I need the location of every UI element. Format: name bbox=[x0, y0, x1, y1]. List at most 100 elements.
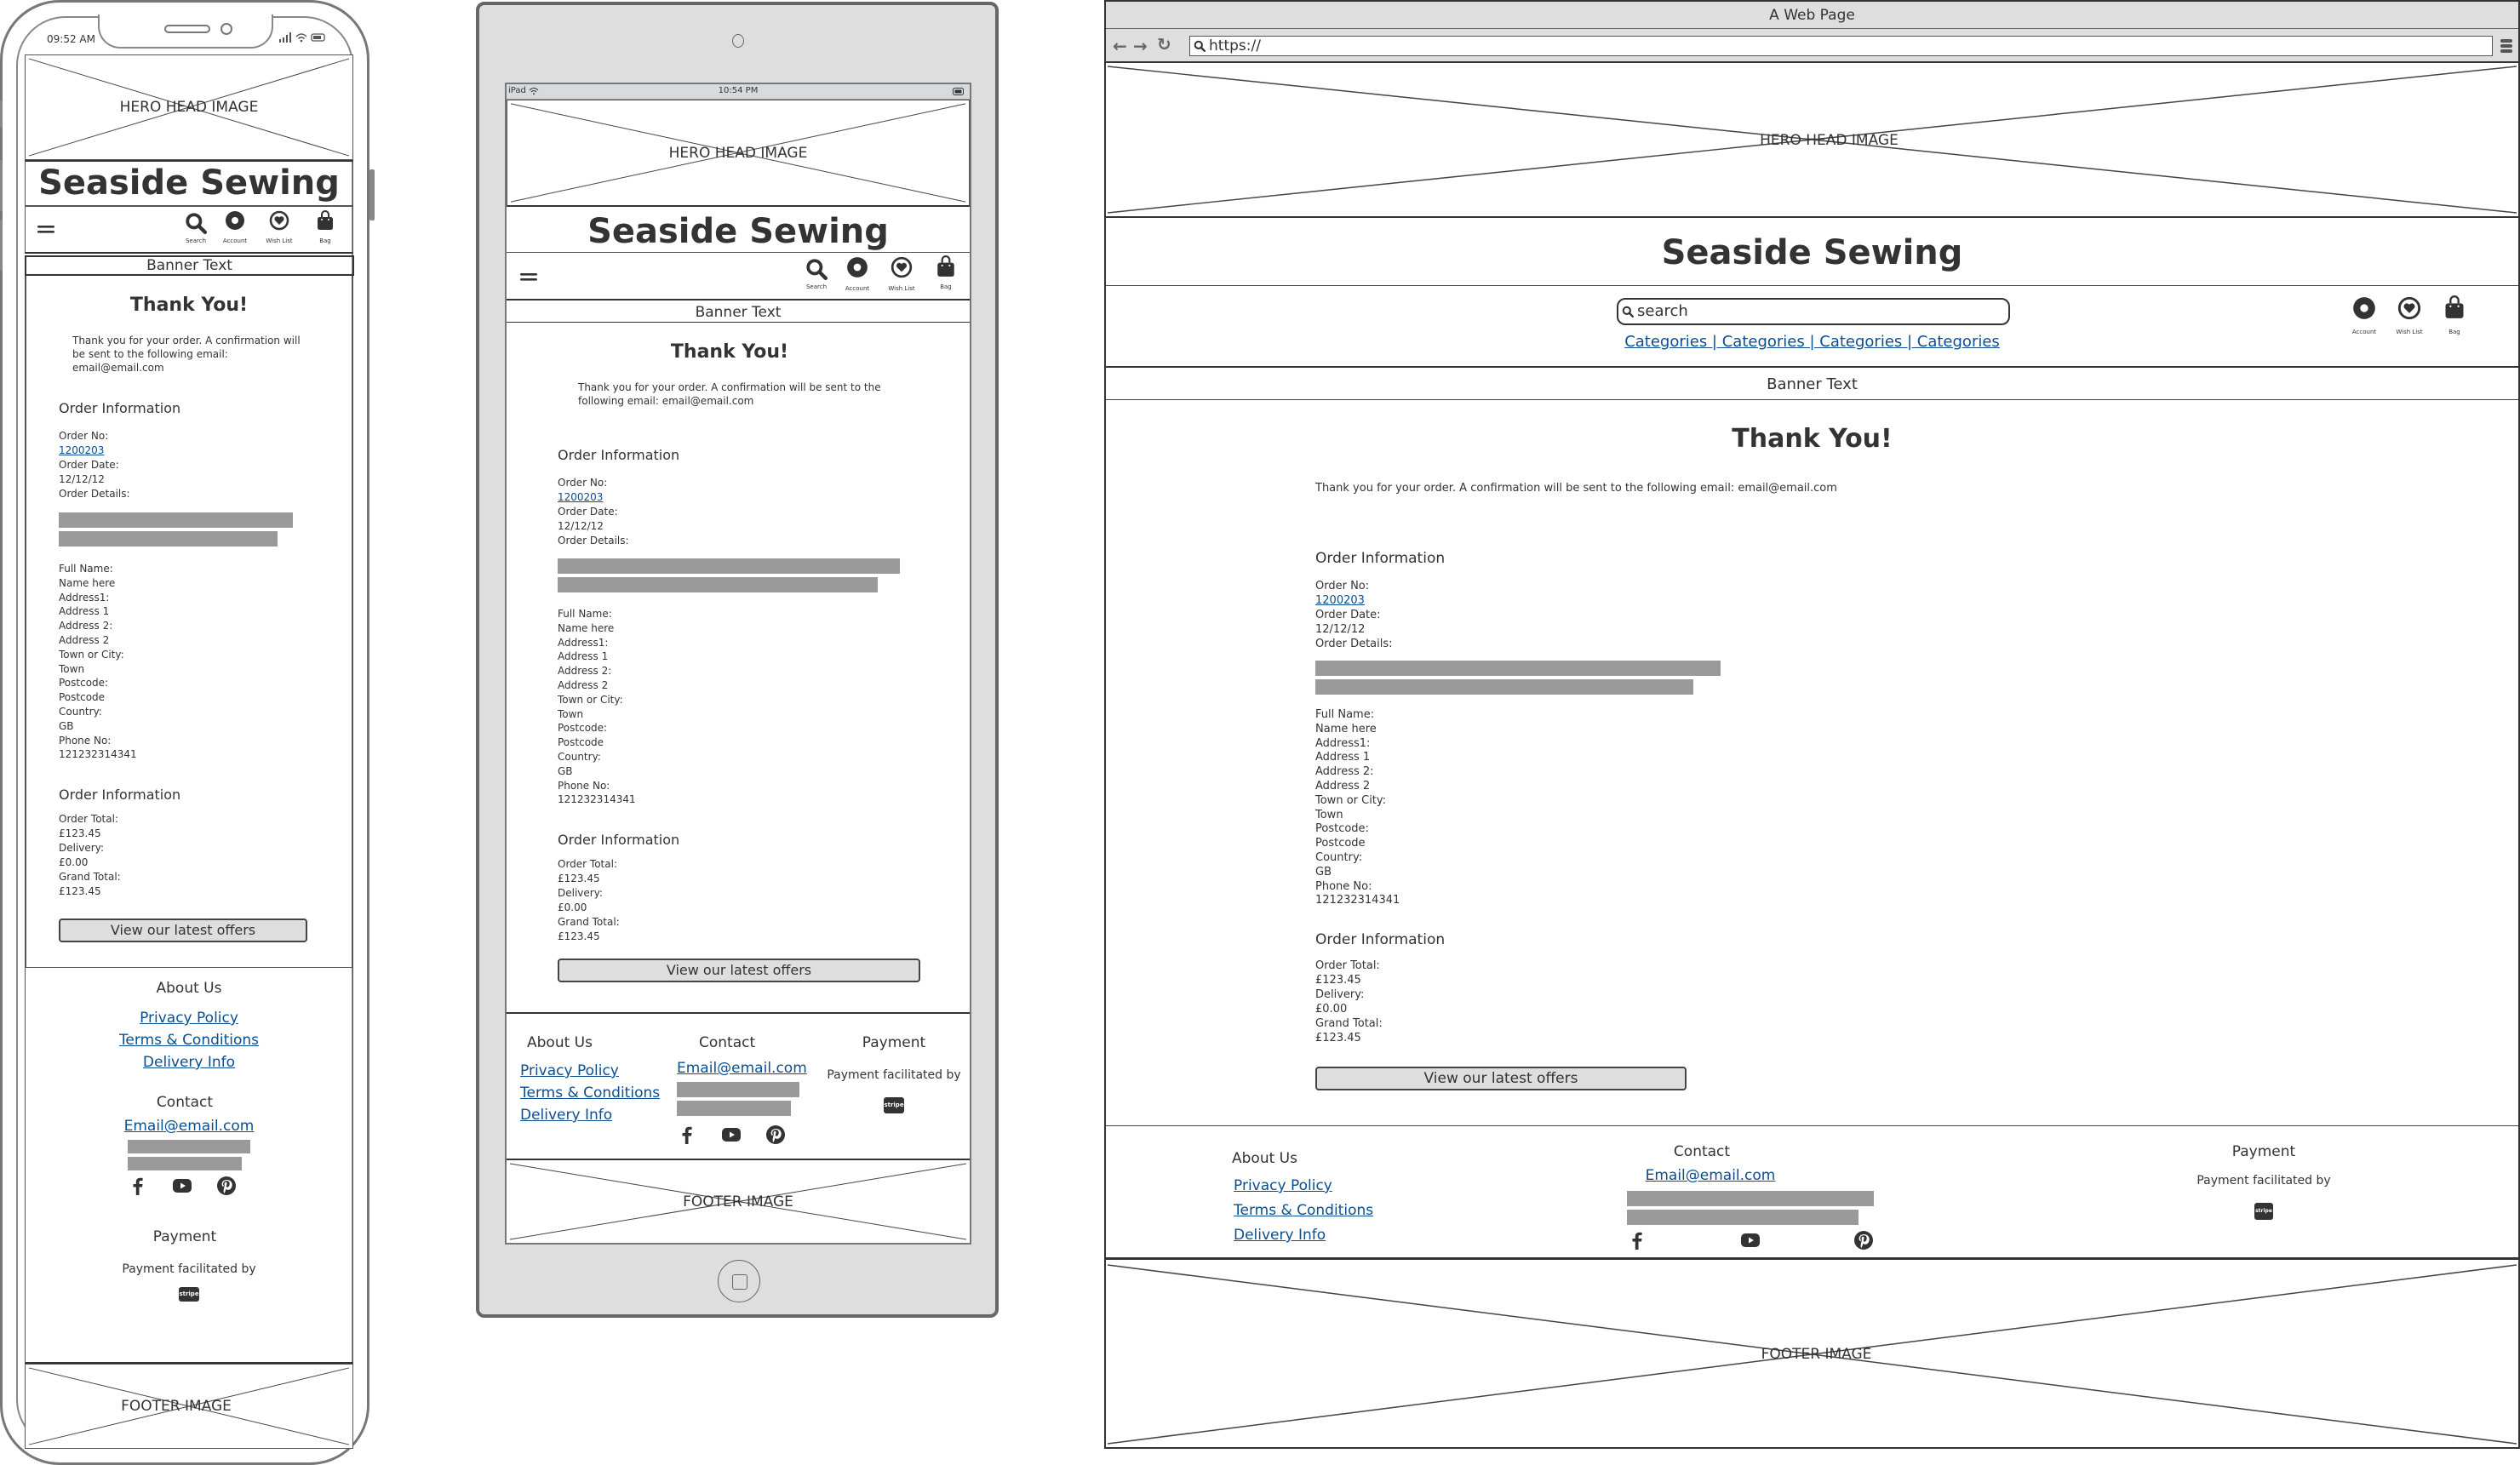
address-line: Name here bbox=[59, 576, 116, 589]
order-details-placeholder bbox=[558, 577, 878, 592]
stripe-logo: stripe bbox=[2254, 1203, 2273, 1220]
nav-bag[interactable]: Bag bbox=[2433, 295, 2476, 335]
brand-title[interactable]: Seaside Sewing bbox=[25, 160, 353, 206]
delivery-info-link[interactable]: Delivery Info bbox=[143, 1054, 235, 1071]
address-line: GB bbox=[558, 764, 573, 777]
stripe-logo: stripe bbox=[884, 1097, 904, 1113]
nav-search[interactable]: Search bbox=[799, 258, 833, 290]
nav-wishlist[interactable]: Wish List bbox=[262, 210, 296, 244]
address-line: Postcode bbox=[1315, 837, 1366, 850]
privacy-policy-link[interactable]: Privacy Policy bbox=[1234, 1177, 1332, 1194]
order-details-label: Order Details: bbox=[59, 488, 130, 500]
contact-email-link[interactable]: Email@email.com bbox=[677, 1060, 807, 1077]
tablet-home-button[interactable] bbox=[718, 1260, 760, 1302]
brand-title[interactable]: Seaside Sewing bbox=[507, 207, 970, 253]
footer-contact-title: Contact bbox=[699, 1034, 756, 1051]
hero-image-label: HERO HEAD IMAGE bbox=[1760, 132, 1899, 149]
payment-text: Payment facilitated by bbox=[122, 1262, 256, 1276]
order-details-placeholder bbox=[1315, 661, 1721, 676]
nav-search-label: Search bbox=[185, 237, 207, 244]
forward-arrow-icon[interactable]: → bbox=[1133, 36, 1148, 56]
categories-links[interactable]: Categories | Categories | Categories | C… bbox=[1624, 333, 2000, 351]
view-offers-button[interactable]: View our latest offers bbox=[558, 959, 920, 982]
order-details-placeholder bbox=[59, 531, 278, 547]
contact-email-link[interactable]: Email@email.com bbox=[1646, 1167, 1776, 1184]
hero-image-placeholder: HERO HEAD IMAGE bbox=[507, 100, 970, 207]
footer-image-label: FOOTER IMAGE bbox=[683, 1193, 793, 1210]
delivery-info-link[interactable]: Delivery Info bbox=[1234, 1227, 1326, 1244]
message-line: email@email.com bbox=[72, 362, 164, 374]
nav-account[interactable]: Account bbox=[218, 210, 252, 244]
hero-image-placeholder: HERO HEAD IMAGE bbox=[1106, 65, 2518, 218]
pinterest-icon[interactable] bbox=[1853, 1230, 1874, 1250]
nav-wishlist[interactable]: Wish List bbox=[2388, 296, 2431, 335]
hamburger-menu-icon[interactable] bbox=[518, 266, 539, 287]
back-arrow-icon[interactable]: ← bbox=[1113, 36, 1127, 56]
totals-line: Order Total: bbox=[558, 858, 617, 870]
tablet-status-bar: iPad 10:54 PM bbox=[507, 84, 970, 100]
phone-volume-down bbox=[0, 220, 3, 271]
address-line: Town or City: bbox=[59, 648, 124, 661]
pinterest-icon[interactable] bbox=[216, 1176, 237, 1196]
search-icon bbox=[1194, 40, 1206, 52]
order-no-link[interactable]: 1200203 bbox=[558, 490, 629, 505]
privacy-policy-link[interactable]: Privacy Policy bbox=[140, 1010, 238, 1027]
contact-address-placeholder bbox=[1627, 1210, 1858, 1225]
pinterest-icon[interactable] bbox=[765, 1125, 786, 1145]
privacy-policy-link[interactable]: Privacy Policy bbox=[520, 1062, 619, 1079]
totals-line: Grand Total: bbox=[1315, 1017, 1383, 1030]
order-no-link[interactable]: 1200203 bbox=[59, 444, 130, 458]
social-links bbox=[128, 1176, 237, 1196]
terms-link[interactable]: Terms & Conditions bbox=[1234, 1202, 1373, 1219]
facebook-icon[interactable] bbox=[1627, 1230, 1647, 1250]
view-offers-button[interactable]: View our latest offers bbox=[59, 918, 307, 942]
tablet-nav-bar: Search Account Wish List Bag bbox=[507, 253, 970, 300]
terms-link[interactable]: Terms & Conditions bbox=[119, 1032, 259, 1049]
reload-icon[interactable]: ↻ bbox=[1157, 34, 1171, 54]
address-line: Address 2: bbox=[1315, 765, 1374, 779]
order-no-link[interactable]: 1200203 bbox=[1315, 593, 1393, 608]
footer-image-placeholder: FOOTER IMAGE bbox=[1106, 1262, 2518, 1447]
youtube-icon[interactable] bbox=[1740, 1230, 1761, 1250]
nav-account[interactable]: Account bbox=[2343, 296, 2385, 335]
facebook-icon[interactable] bbox=[128, 1176, 148, 1196]
youtube-icon[interactable] bbox=[721, 1125, 742, 1145]
totals-line: £123.45 bbox=[1315, 974, 1361, 987]
contact-email-link[interactable]: Email@email.com bbox=[124, 1118, 255, 1135]
footer-contact-title: Contact bbox=[156, 1094, 214, 1111]
totals-line: £0.00 bbox=[59, 856, 89, 868]
nav-bag[interactable]: Bag bbox=[308, 210, 342, 244]
youtube-icon[interactable] bbox=[172, 1176, 192, 1196]
order-no-label: Order No: bbox=[1315, 580, 1370, 592]
address-bar[interactable]: https:// bbox=[1189, 36, 2493, 56]
address-line: GB bbox=[59, 719, 74, 732]
facebook-icon[interactable] bbox=[677, 1125, 697, 1145]
nav-bag[interactable]: Bag bbox=[929, 255, 963, 290]
totals-block: Order Total: £123.45 Delivery: £0.00 Grand T… bbox=[1315, 959, 1383, 1045]
totals-line: Order Total: bbox=[1315, 959, 1380, 972]
browser-window: A Web Page ← → ↻ https:// HERO HEAD IMAG… bbox=[1104, 0, 2520, 1449]
message-line: Thank you for your order. A confirmation… bbox=[578, 381, 881, 393]
banner-text: Banner Text bbox=[507, 302, 970, 323]
search-input[interactable]: search bbox=[1617, 298, 2010, 325]
delivery-info-link[interactable]: Delivery Info bbox=[520, 1107, 612, 1124]
browser-menu-icon[interactable] bbox=[2500, 37, 2513, 54]
brand-title[interactable]: Seaside Sewing bbox=[1106, 220, 2518, 286]
nav-bag-label: Bag bbox=[319, 237, 331, 244]
totals-line: Grand Total: bbox=[558, 916, 620, 928]
nav-wishlist[interactable]: Wish List bbox=[885, 256, 919, 292]
payment-text: Payment facilitated by bbox=[2196, 1174, 2331, 1187]
totals-line: Order Total: bbox=[59, 813, 118, 825]
address-line: Address1: bbox=[558, 636, 609, 649]
footer-contact: Email@email.com bbox=[1625, 1167, 1796, 1184]
nav-account[interactable]: Account bbox=[840, 256, 874, 292]
address-line: Town or City: bbox=[1315, 793, 1387, 807]
nav-search[interactable]: Search bbox=[179, 212, 213, 244]
tablet-status-time: 10:54 PM bbox=[718, 86, 759, 95]
bag-icon bbox=[2443, 295, 2466, 320]
terms-link[interactable]: Terms & Conditions bbox=[520, 1084, 660, 1102]
order-meta: Order No: 1200203 Order Date: 12/12/12 O… bbox=[59, 429, 130, 501]
view-offers-button[interactable]: View our latest offers bbox=[1315, 1067, 1687, 1090]
hamburger-menu-icon[interactable] bbox=[36, 219, 56, 239]
totals-line: £0.00 bbox=[558, 901, 587, 913]
